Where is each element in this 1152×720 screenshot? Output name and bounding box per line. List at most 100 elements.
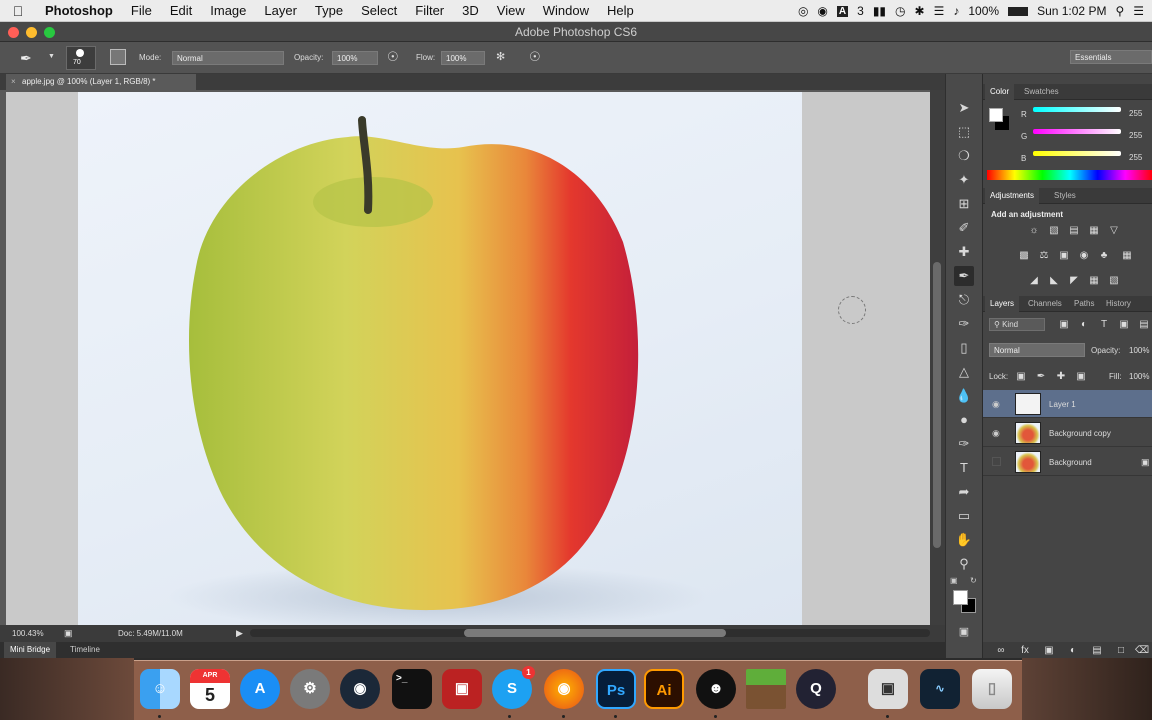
channel-g-value[interactable]: 255 xyxy=(1129,131,1142,140)
tab-history[interactable]: History xyxy=(1101,296,1136,312)
adobe-status-icon[interactable]: A xyxy=(836,5,849,17)
scrollbar-thumb[interactable] xyxy=(933,262,941,548)
steam-icon[interactable]: ◉ xyxy=(340,669,380,709)
pen-tool-icon[interactable]: ✑ xyxy=(954,434,974,454)
layer-kind-filter[interactable]: ⚲ Kind xyxy=(989,318,1045,331)
foreground-color-swatch[interactable] xyxy=(953,590,968,605)
marquee-tool-icon[interactable]: ⬚ xyxy=(954,122,974,142)
brush-tool-preset-icon[interactable]: ✒ xyxy=(20,50,32,67)
record-status-icon[interactable]: ◉ xyxy=(817,4,827,18)
tab-channels[interactable]: Channels xyxy=(1023,296,1067,312)
posterize-icon[interactable]: ◣ xyxy=(1048,275,1060,286)
lock-position-icon[interactable]: ✚ xyxy=(1055,371,1067,382)
layer-row-background[interactable]: Background ▣ xyxy=(983,448,1152,476)
photo-booth-icon[interactable]: ▣ xyxy=(442,669,482,709)
filter-type-icon[interactable]: T xyxy=(1098,319,1110,330)
app-store-icon[interactable]: A xyxy=(240,669,280,709)
paint-bucket-tool-icon[interactable]: △ xyxy=(954,362,974,382)
lock-all-icon[interactable]: ▣ xyxy=(1075,371,1087,382)
hue-saturation-icon[interactable]: ▩ xyxy=(1018,250,1030,261)
menu-view[interactable]: View xyxy=(488,3,534,18)
dodge-tool-icon[interactable]: ● xyxy=(954,410,974,430)
levels-icon[interactable]: ▧ xyxy=(1048,225,1060,236)
screenshot-status-icon[interactable]: ◎ xyxy=(798,4,808,18)
crop-tool-icon[interactable]: ⊞ xyxy=(954,194,974,214)
visibility-eye-icon[interactable]: ◉ xyxy=(992,428,1000,439)
quick-mask-icon[interactable]: ▣ xyxy=(954,622,974,642)
wifi-icon[interactable]: ☰ xyxy=(934,4,945,18)
calendar-icon[interactable]: APR 5 xyxy=(190,669,230,709)
channel-g-slider[interactable] xyxy=(1033,129,1121,134)
curves-icon[interactable]: ▤ xyxy=(1068,225,1080,236)
menu-select[interactable]: Select xyxy=(352,3,406,18)
menu-type[interactable]: Type xyxy=(306,3,352,18)
brush-size-picker[interactable]: 70 xyxy=(66,46,96,70)
menu-help[interactable]: Help xyxy=(598,3,643,18)
filter-smart-object-icon[interactable]: ▤ xyxy=(1138,319,1150,330)
brush-tool-icon[interactable]: ✒ xyxy=(954,266,974,286)
black-white-icon[interactable]: ▣ xyxy=(1058,250,1070,261)
color-balance-icon[interactable]: ⚖ xyxy=(1038,250,1050,261)
tab-styles[interactable]: Styles xyxy=(1049,188,1081,204)
tab-paths[interactable]: Paths xyxy=(1069,296,1099,312)
terminal-icon[interactable]: >_ xyxy=(392,669,432,709)
path-selection-tool-icon[interactable]: ➦ xyxy=(954,482,974,502)
filter-adjustment-icon[interactable]: ◐ xyxy=(1078,319,1090,330)
color-lookup-icon[interactable]: ▦ xyxy=(1121,250,1133,261)
visibility-toggle-empty[interactable] xyxy=(992,457,1001,466)
move-tool-icon[interactable]: ➤ xyxy=(954,98,974,118)
tab-timeline[interactable]: Timeline xyxy=(64,642,106,658)
status-menu-arrow-icon[interactable]: ▶ xyxy=(236,628,243,639)
menu-photoshop[interactable]: Photoshop xyxy=(36,3,122,18)
battery-icon[interactable] xyxy=(1008,6,1029,16)
layer-row-layer-1[interactable]: ◉ Layer 1 xyxy=(983,390,1152,418)
visibility-eye-icon[interactable]: ◉ xyxy=(992,399,1000,410)
fill-value[interactable]: 100% xyxy=(1129,372,1149,381)
firefox-icon[interactable]: ◉ xyxy=(544,669,584,709)
horizontal-scrollbar[interactable] xyxy=(250,629,930,637)
flow-input[interactable]: 100% xyxy=(441,51,485,65)
skype-icon[interactable]: S 1 xyxy=(492,666,535,709)
vibrance-icon[interactable]: ▽ xyxy=(1108,225,1120,236)
menu-3d[interactable]: 3D xyxy=(453,3,488,18)
horizontal-scrollbar-thumb[interactable] xyxy=(464,629,726,637)
delete-layer-icon[interactable]: ⌫ xyxy=(1135,645,1149,656)
photoshop-icon[interactable]: Ps xyxy=(596,669,636,709)
trash-icon[interactable]: ▯ xyxy=(972,669,1012,709)
volume-icon[interactable]: ♪ xyxy=(953,4,959,18)
rectangle-tool-icon[interactable]: ▭ xyxy=(954,506,974,526)
close-tab-icon[interactable]: × xyxy=(11,74,16,90)
healing-brush-tool-icon[interactable]: ✚ xyxy=(954,242,974,262)
channel-mixer-icon[interactable]: ♣ xyxy=(1098,250,1110,261)
opacity-input[interactable]: 100% xyxy=(332,51,378,65)
filter-pixel-icon[interactable]: ▣ xyxy=(1058,319,1070,330)
link-layers-icon[interactable]: ∞ xyxy=(995,645,1007,656)
new-group-icon[interactable]: ▤ xyxy=(1091,645,1103,656)
history-brush-tool-icon[interactable]: ✑ xyxy=(954,314,974,334)
lock-transparent-icon[interactable]: ▣ xyxy=(1015,371,1027,382)
layer-opacity-value[interactable]: 100% xyxy=(1129,346,1149,355)
quick-selection-tool-icon[interactable]: ✦ xyxy=(954,170,974,190)
invert-icon[interactable]: ◢ xyxy=(1028,275,1040,286)
eyedropper-tool-icon[interactable]: ✐ xyxy=(954,218,974,238)
menu-layer[interactable]: Layer xyxy=(255,3,306,18)
menu-window[interactable]: Window xyxy=(534,3,598,18)
preset-dropdown-icon[interactable]: ▼ xyxy=(48,53,55,60)
default-colors-icon[interactable]: ▣ xyxy=(950,576,958,585)
quicktime-icon[interactable]: Q xyxy=(796,669,836,709)
finder-icon[interactable]: ☺ xyxy=(140,669,180,709)
minecraft-icon[interactable] xyxy=(746,669,786,709)
notification-center-icon[interactable]: ☰ xyxy=(1133,4,1144,18)
alpaca-app-icon[interactable]: ☻ xyxy=(696,669,736,709)
preview-icon[interactable]: ▣ xyxy=(868,669,908,709)
menu-edit[interactable]: Edit xyxy=(161,3,201,18)
channel-r-value[interactable]: 255 xyxy=(1129,109,1142,118)
swap-colors-icon[interactable]: ↻ xyxy=(970,576,977,585)
channel-r-slider[interactable] xyxy=(1033,107,1121,112)
spotlight-search-icon[interactable]: ⚲ xyxy=(1115,4,1124,18)
bluetooth-icon[interactable]: ✱ xyxy=(915,4,925,18)
new-layer-icon[interactable]: □ xyxy=(1115,645,1127,656)
airbrush-icon[interactable]: ✻ xyxy=(496,50,505,63)
document-canvas[interactable] xyxy=(78,92,802,625)
screen-recorder-icon[interactable]: ∿ xyxy=(920,669,960,709)
